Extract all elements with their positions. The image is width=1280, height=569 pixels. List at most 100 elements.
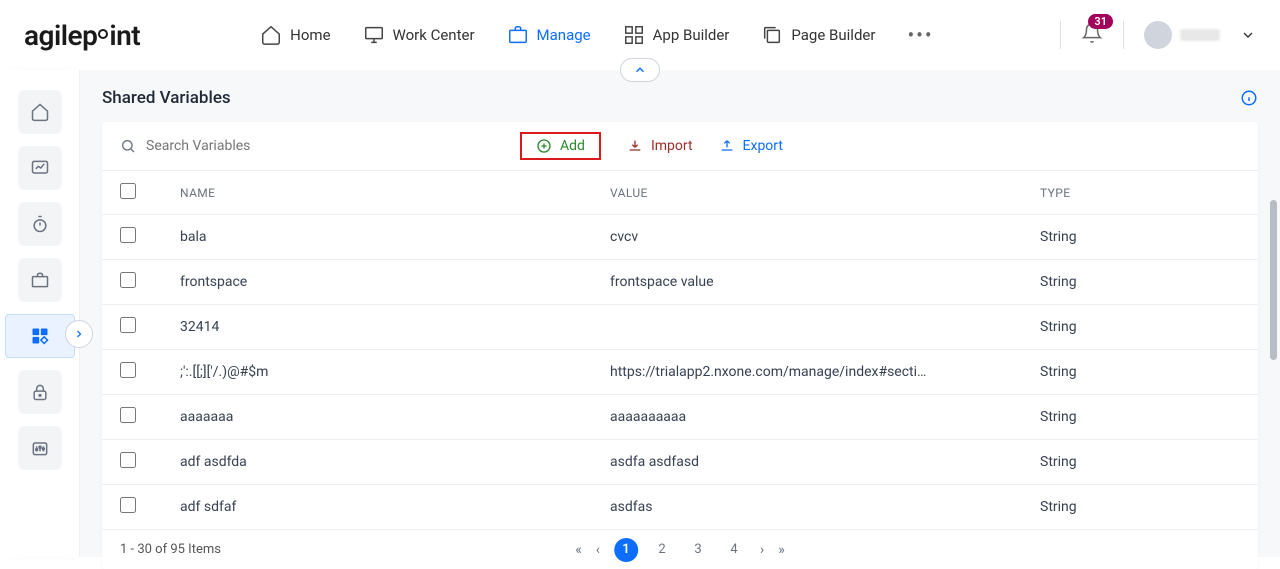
cell-name: 32414 [180, 319, 610, 335]
sidebar-timer[interactable] [18, 202, 62, 246]
apps-icon [30, 326, 50, 346]
sidebar-home[interactable] [18, 90, 62, 134]
table-row[interactable]: balacvcvString [102, 215, 1258, 260]
page-3[interactable]: 3 [686, 538, 710, 562]
scrollbar[interactable] [1270, 200, 1277, 360]
chevron-up-icon [633, 63, 647, 77]
col-value: VALUE [610, 186, 1040, 200]
col-name: NAME [180, 186, 610, 200]
cell-value: https://trialapp2.nxone.com/manage/index… [610, 364, 1040, 380]
cell-name: frontspace [180, 274, 610, 290]
row-checkbox[interactable] [120, 407, 136, 423]
cell-type: String [1040, 229, 1240, 245]
cell-type: String [1040, 409, 1240, 425]
divider [1060, 21, 1061, 49]
nav-app-builder-label: App Builder [653, 26, 730, 44]
row-checkbox[interactable] [120, 317, 136, 333]
search-icon [120, 138, 136, 154]
monitor-icon [363, 24, 385, 46]
table-row[interactable]: adf asdfdaasdfa asdfasdString [102, 440, 1258, 485]
info-icon[interactable] [1240, 89, 1258, 107]
cell-name: aaaaaaa [180, 409, 610, 425]
add-label: Add [560, 138, 585, 154]
cell-name: adf asdfda [180, 454, 610, 470]
notification-badge: 31 [1088, 14, 1113, 29]
expand-sidebar-button[interactable] [65, 320, 93, 348]
stopwatch-icon [30, 214, 50, 234]
home-icon [30, 102, 50, 122]
pager-last[interactable]: » [778, 542, 785, 558]
nav-manage[interactable]: Manage [507, 24, 591, 46]
cell-value: aaaaaaaaaa [610, 409, 1040, 425]
table-row[interactable]: 32414 String [102, 305, 1258, 350]
briefcase-icon [30, 270, 50, 290]
cell-value: cvcv [610, 229, 1040, 245]
pager-next[interactable]: › [760, 542, 764, 558]
nav-page-builder[interactable]: Page Builder [761, 24, 875, 46]
import-button[interactable]: Import [627, 138, 693, 154]
pager-prev[interactable]: ‹ [596, 542, 600, 558]
home-icon [260, 24, 282, 46]
cell-value: frontspace value [610, 274, 1040, 290]
select-all-checkbox[interactable] [120, 183, 136, 199]
chevron-right-icon [73, 328, 85, 340]
search-input[interactable] [146, 138, 324, 154]
lock-icon [30, 382, 50, 402]
sidebar-security[interactable] [18, 370, 62, 414]
cell-name: ;':.[[;]['/.)@#$m [180, 364, 610, 380]
cell-value: asdfas [610, 499, 1040, 515]
nav-home-label: Home [290, 26, 330, 44]
nav-home[interactable]: Home [260, 24, 330, 46]
col-type: TYPE [1040, 186, 1240, 200]
pager-first[interactable]: « [575, 542, 582, 558]
sidebar-briefcase[interactable] [18, 258, 62, 302]
export-button[interactable]: Export [719, 138, 783, 154]
row-checkbox[interactable] [120, 362, 136, 378]
cell-value: asdfa asdfasd [610, 454, 1040, 470]
item-count: 1 - 30 of 95 Items [120, 542, 221, 557]
avatar [1144, 21, 1172, 49]
username [1180, 29, 1220, 41]
row-checkbox[interactable] [120, 227, 136, 243]
cell-name: bala [180, 229, 610, 245]
cell-name: adf sdfaf [180, 499, 610, 515]
nav-manage-label: Manage [537, 26, 591, 44]
notifications-button[interactable]: 31 [1081, 22, 1103, 48]
page-title: Shared Variables [102, 88, 231, 108]
divider [1123, 21, 1124, 49]
row-checkbox[interactable] [120, 497, 136, 513]
briefcase-icon [507, 24, 529, 46]
add-button[interactable]: Add [520, 132, 601, 160]
sidebar-settings[interactable] [18, 426, 62, 470]
chart-icon [30, 158, 50, 178]
chevron-down-icon[interactable] [1240, 27, 1256, 43]
plus-circle-icon [536, 138, 552, 154]
page-1[interactable]: 1 [614, 538, 638, 562]
table-row[interactable]: frontspacefrontspace valueString [102, 260, 1258, 305]
page-2[interactable]: 2 [650, 538, 674, 562]
export-label: Export [743, 138, 783, 154]
sidebar-apps[interactable] [5, 314, 75, 358]
collapse-topbar-button[interactable] [620, 58, 660, 82]
table-row[interactable]: ;':.[[;]['/.)@#$mhttps://trialapp2.nxone… [102, 350, 1258, 395]
nav-work-center[interactable]: Work Center [363, 24, 475, 46]
cell-type: String [1040, 364, 1240, 380]
import-label: Import [651, 138, 693, 154]
sidebar-analytics[interactable] [18, 146, 62, 190]
page-4[interactable]: 4 [722, 538, 746, 562]
nav-app-builder[interactable]: App Builder [623, 24, 730, 46]
nav-work-center-label: Work Center [393, 26, 475, 44]
logo: agilepint [24, 19, 140, 52]
cell-type: String [1040, 319, 1240, 335]
user-menu[interactable] [1144, 21, 1220, 49]
search-input-wrap[interactable] [120, 138, 520, 154]
apps-icon [623, 24, 645, 46]
row-checkbox[interactable] [120, 452, 136, 468]
nav-more[interactable]: ••• [907, 23, 933, 47]
table-row[interactable]: adf sdfafasdfasString [102, 485, 1258, 530]
table-row[interactable]: aaaaaaaaaaaaaaaaaString [102, 395, 1258, 440]
row-checkbox[interactable] [120, 272, 136, 288]
cell-type: String [1040, 499, 1240, 515]
download-icon [627, 138, 643, 154]
upload-icon [719, 138, 735, 154]
